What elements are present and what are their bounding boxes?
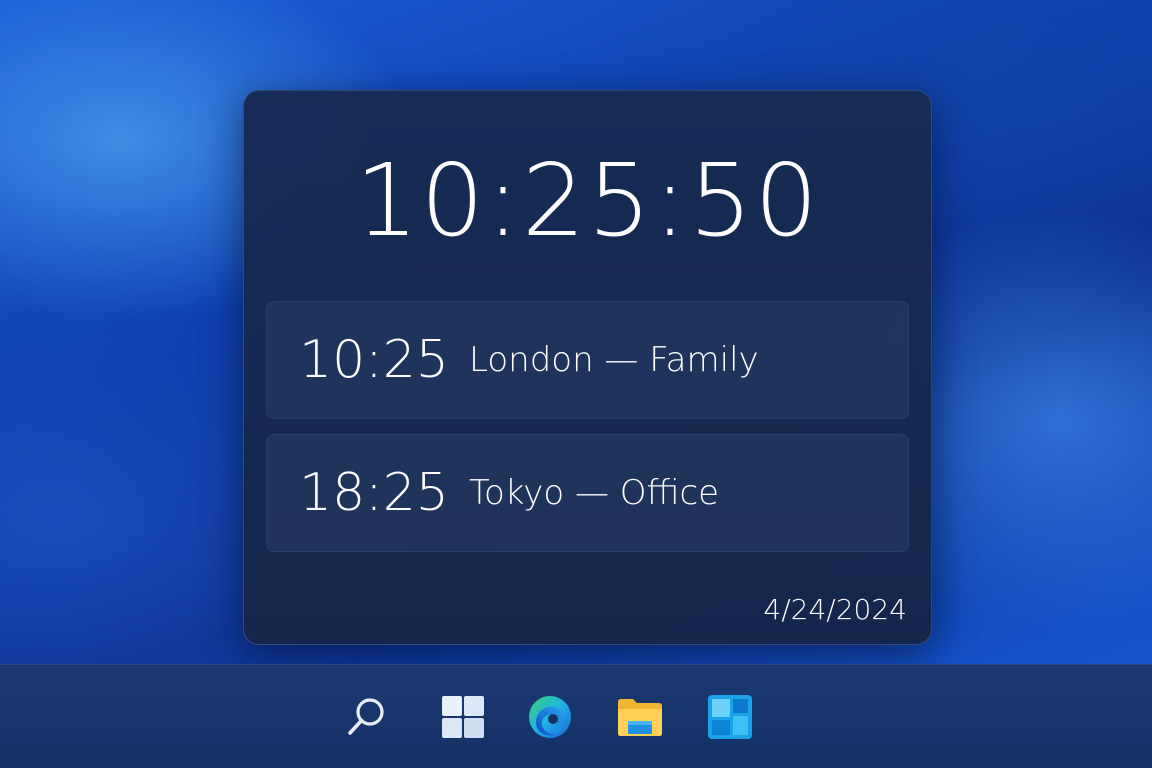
taskbar <box>0 664 1152 768</box>
widget-date: 4/24/2024 <box>763 593 907 626</box>
edge-icon[interactable] <box>526 693 574 741</box>
widgets-icon[interactable] <box>706 693 754 741</box>
timezone-label: London — Family <box>469 340 759 380</box>
start-icon[interactable] <box>439 693 487 741</box>
main-clock-time: 10:25:50 <box>354 142 821 259</box>
timezone-time: 10:25 <box>299 330 449 390</box>
search-icon[interactable] <box>343 693 391 741</box>
timezone-card-london[interactable]: 10:25 London — Family <box>266 301 909 419</box>
file-explorer-icon[interactable] <box>616 693 664 741</box>
timezone-label: Tokyo — Office <box>469 473 720 513</box>
desktop: 10:25:50 10:25 London — Family 18:25 Tok… <box>0 0 1152 768</box>
timezone-card-tokyo[interactable]: 18:25 Tokyo — Office <box>266 434 909 552</box>
clock-widget: 10:25:50 10:25 London — Family 18:25 Tok… <box>243 90 932 645</box>
timezone-time: 18:25 <box>299 463 449 523</box>
